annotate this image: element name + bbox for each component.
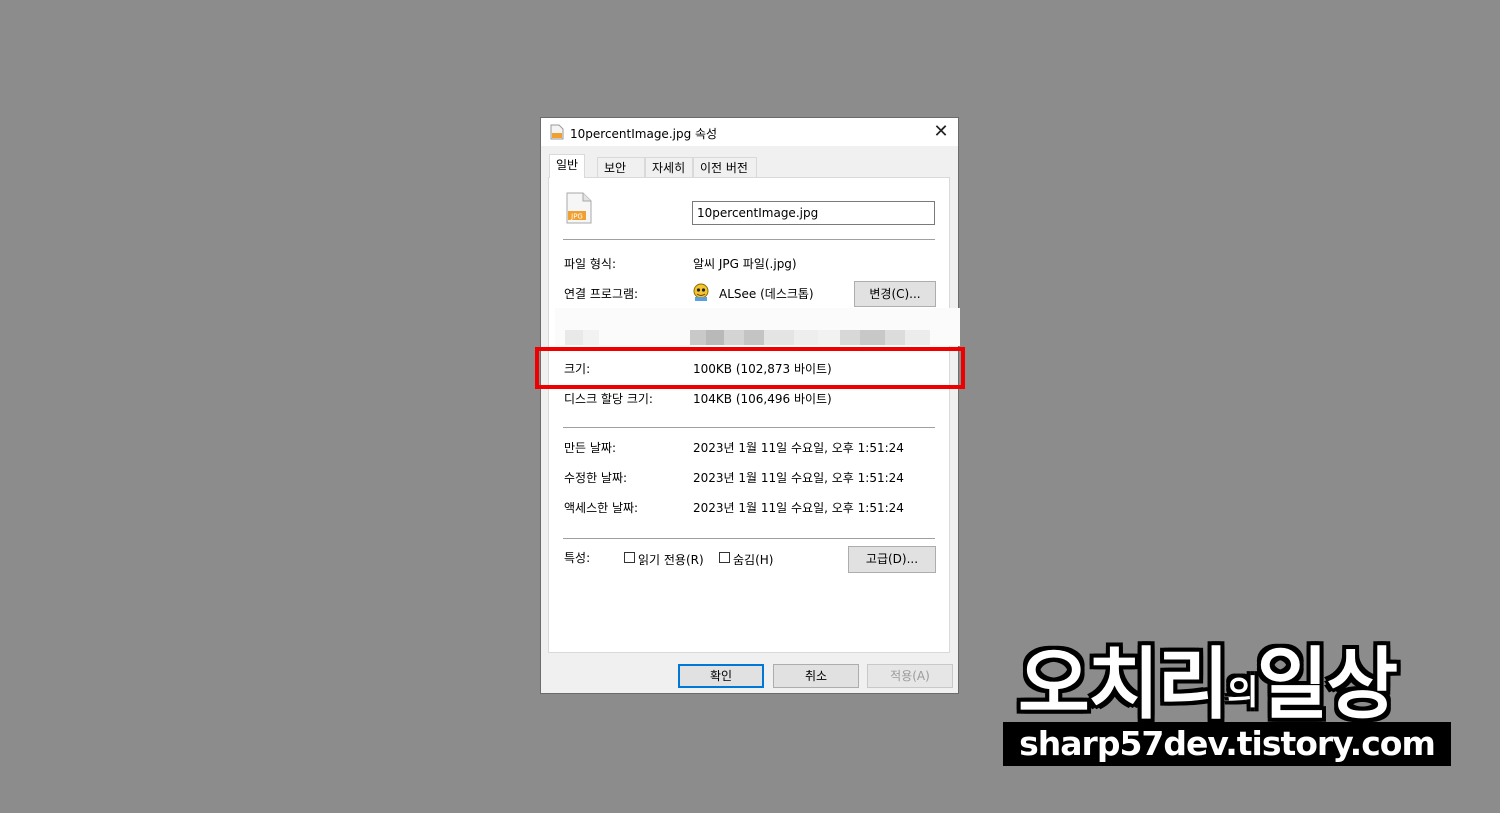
divider — [563, 538, 935, 539]
modified-label: 수정한 날짜: — [564, 471, 628, 485]
tab-previous-versions-label: 이전 버전 — [700, 161, 748, 175]
tab-previous-versions[interactable]: 이전 버전 — [693, 157, 757, 178]
created-value: 2023년 1월 11일 수요일, 오후 1:51:24 — [693, 441, 904, 455]
tab-details[interactable]: 자세히 — [645, 157, 693, 178]
jpg-large-file-icon: JPG — [566, 192, 592, 224]
cancel-button[interactable]: 취소 — [773, 664, 859, 688]
modified-value: 2023년 1월 11일 수요일, 오후 1:51:24 — [693, 471, 904, 485]
close-button[interactable]: ✕ — [927, 120, 955, 144]
ok-button[interactable]: 확인 — [678, 664, 764, 688]
opens-with-label: 연결 프로그램: — [564, 287, 639, 301]
title-bar: 10percentImage.jpg 속성 ✕ — [541, 118, 958, 146]
watermark-title: 오치리의일상 — [1018, 622, 1399, 734]
alsee-app-icon — [693, 283, 709, 301]
file-type-label: 파일 형식: — [564, 257, 617, 271]
advanced-button-label: 고급(D)... — [865, 552, 919, 566]
change-program-button[interactable]: 변경(C)... — [854, 281, 936, 307]
change-program-button-label: 변경(C)... — [869, 287, 921, 301]
filename-input[interactable] — [692, 201, 935, 225]
tab-security[interactable]: 보안 — [597, 157, 645, 178]
tab-details-label: 자세히 — [652, 161, 686, 175]
tab-general-label: 일반 — [556, 158, 579, 172]
readonly-checkbox[interactable] — [624, 552, 635, 563]
watermark-name: 오치리 — [1018, 640, 1229, 730]
redacted-location-row — [555, 308, 960, 346]
window-title: 10percentImage.jpg 속성 — [570, 127, 718, 141]
hidden-label[interactable]: 숨김(H) — [733, 551, 773, 568]
size-on-disk-value: 104KB (106,496 바이트) — [693, 392, 832, 406]
apply-button[interactable]: 적용(A) — [867, 664, 953, 688]
divider — [563, 239, 935, 240]
properties-dialog: 10percentImage.jpg 속성 ✕ 일반 보안 자세히 이전 버전 … — [540, 117, 959, 694]
watermark-tail: 일상 — [1256, 640, 1399, 730]
opens-with-value: ALSee (데스크톱) — [719, 287, 814, 301]
cancel-button-label: 취소 — [804, 669, 828, 683]
size-highlight-box — [535, 347, 965, 389]
close-icon: ✕ — [933, 121, 949, 142]
ok-button-label: 확인 — [709, 669, 733, 683]
jpg-file-icon — [550, 124, 564, 140]
jpg-icon-label: JPG — [570, 213, 583, 221]
tab-general[interactable]: 일반 — [549, 154, 586, 178]
created-label: 만든 날짜: — [564, 441, 617, 455]
advanced-button[interactable]: 고급(D)... — [848, 546, 936, 573]
apply-button-label: 적용(A) — [890, 669, 930, 683]
divider — [563, 427, 935, 428]
general-panel: JPG 파일 형식: 알씨 JPG 파일(.jpg) 연결 프로그램: ALSe… — [548, 177, 950, 653]
watermark-particle: 의 — [1227, 673, 1258, 714]
attributes-label: 특성: — [564, 551, 591, 565]
accessed-label: 액세스한 날짜: — [564, 501, 639, 515]
hidden-checkbox[interactable] — [719, 552, 730, 563]
readonly-label[interactable]: 읽기 전용(R) — [638, 551, 704, 568]
file-type-value: 알씨 JPG 파일(.jpg) — [693, 257, 797, 271]
accessed-value: 2023년 1월 11일 수요일, 오후 1:51:24 — [693, 501, 904, 515]
tab-security-label: 보안 — [604, 161, 627, 175]
size-on-disk-label: 디스크 할당 크기: — [564, 392, 653, 406]
watermark-url: sharp57dev.tistory.com — [1003, 722, 1451, 766]
